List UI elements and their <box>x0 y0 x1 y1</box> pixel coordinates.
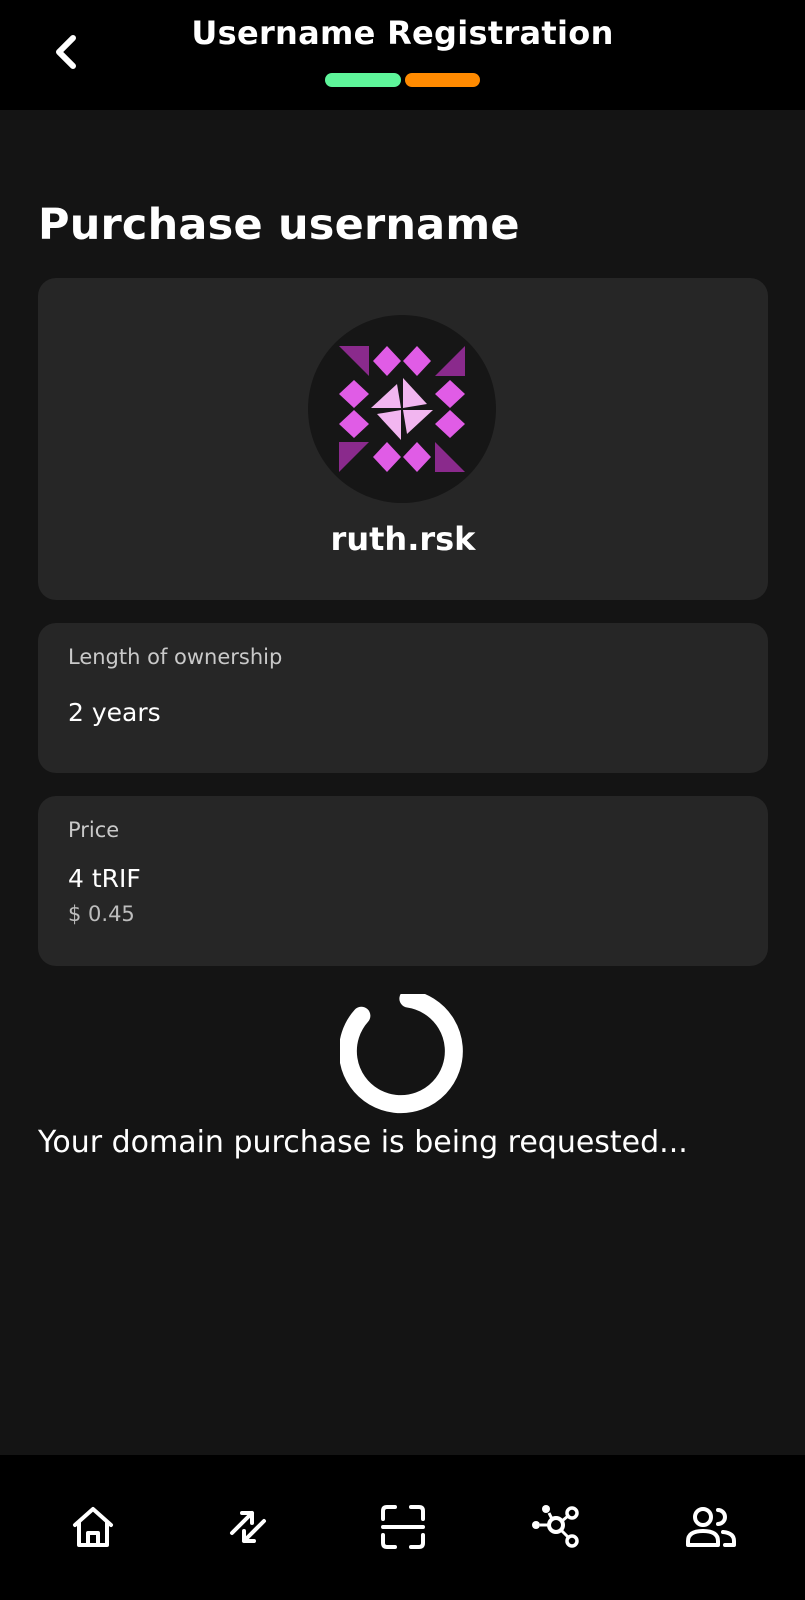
nav-dapps[interactable] <box>528 1499 584 1555</box>
ownership-label: Length of ownership <box>68 645 283 669</box>
price-card: Price 4 tRIF $ 0.45 <box>38 796 768 966</box>
scan-icon <box>381 1505 425 1549</box>
dapps-icon <box>532 1505 579 1548</box>
nav-send-receive[interactable] <box>220 1499 276 1555</box>
progress-step-done <box>325 73 401 87</box>
bottom-nav <box>0 1455 805 1600</box>
home-icon <box>73 1507 113 1547</box>
page-title: Purchase username <box>38 200 520 250</box>
contacts-icon <box>686 1507 736 1547</box>
nav-home[interactable] <box>65 1499 121 1555</box>
nav-scan[interactable] <box>375 1499 431 1555</box>
status-message: Your domain purchase is being requested.… <box>38 1125 688 1160</box>
top-app-bar: Username Registration <box>0 0 805 110</box>
identicon-avatar <box>339 346 465 472</box>
step-progress <box>325 73 480 87</box>
send-receive-icon <box>230 1511 266 1543</box>
username-card: ruth.rsk <box>38 278 768 600</box>
progress-step-current <box>404 73 480 87</box>
loading-spinner-icon <box>340 994 463 1114</box>
price-value: 4 tRIF <box>68 864 141 893</box>
nav-contacts[interactable] <box>683 1499 739 1555</box>
price-usd: $ 0.45 <box>68 902 135 926</box>
price-label: Price <box>68 818 120 842</box>
avatar <box>308 315 496 503</box>
header-title: Username Registration <box>191 14 614 52</box>
domain-name: ruth.rsk <box>330 520 476 558</box>
ownership-value: 2 years <box>68 698 161 727</box>
ownership-card: Length of ownership 2 years <box>38 623 768 773</box>
